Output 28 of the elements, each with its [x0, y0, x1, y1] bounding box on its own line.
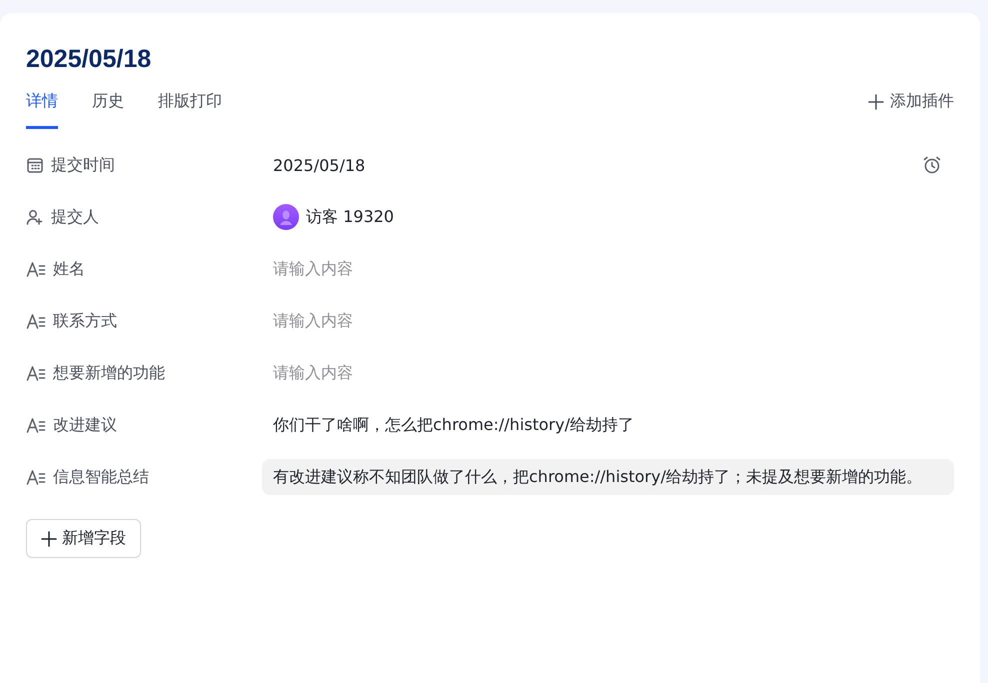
field-value: 2025/05/18 [273, 156, 366, 174]
text-field-icon [26, 260, 46, 278]
field-label: 信息智能总结 [53, 466, 149, 488]
summary-box: 有改进建议称不知团队做了什么，把chrome://history/给劫持了；未提及想要新增的功能。 [262, 459, 954, 495]
field-label: 改进建议 [53, 414, 117, 436]
field-label: 提交时间 [51, 154, 115, 176]
alarm-clock-icon[interactable] [922, 155, 942, 175]
text-field-icon [26, 312, 46, 330]
calendar-icon [26, 156, 44, 174]
add-user-icon [26, 208, 44, 226]
text-field-icon [26, 364, 46, 382]
field-label: 想要新增的功能 [53, 362, 165, 384]
tab[interactable]: 历史 [92, 91, 124, 129]
add-field-button[interactable]: 新增字段 [26, 519, 141, 558]
avatar [273, 204, 299, 230]
text-field-icon [26, 468, 46, 486]
field-label: 提交人 [51, 206, 99, 228]
add-plugin-button[interactable]: 添加插件 [868, 91, 954, 112]
plus-icon [868, 94, 884, 110]
page-title: 2025/05/18 [26, 44, 152, 75]
field-value[interactable]: 你们干了啥啊，怎么把chrome://history/给劫持了 [273, 414, 634, 436]
field-label: 姓名 [53, 258, 85, 280]
plus-icon [41, 530, 57, 546]
tab[interactable]: 排版打印 [158, 91, 222, 129]
text-field-icon [26, 416, 46, 434]
field-label: 联系方式 [53, 310, 117, 332]
tab[interactable]: 详情 [26, 91, 58, 129]
user-name: 访客 19320 [306, 206, 394, 228]
